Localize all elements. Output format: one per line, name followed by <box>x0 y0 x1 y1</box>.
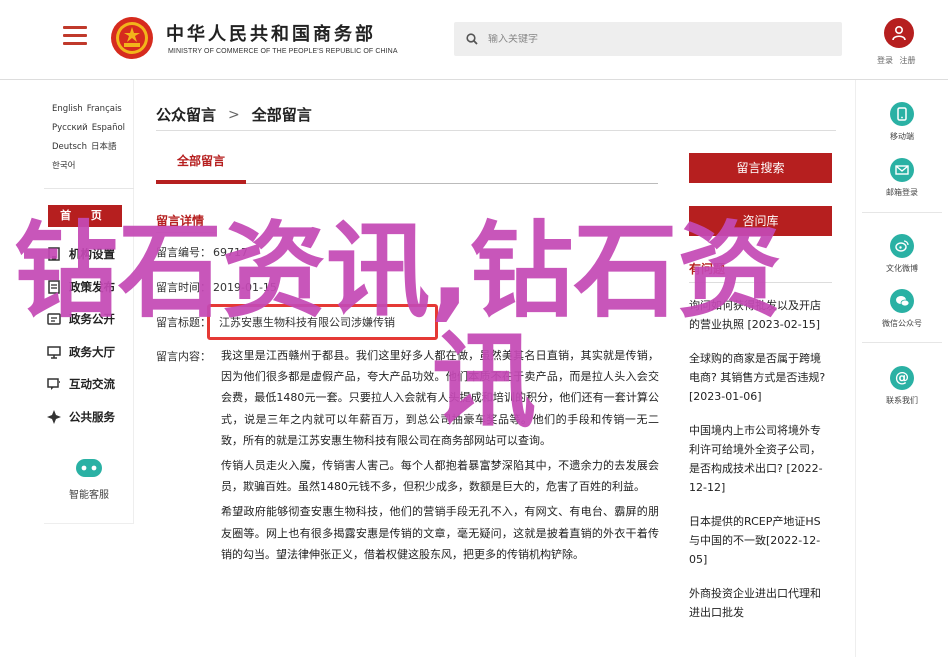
search-input[interactable] <box>488 33 818 45</box>
message-number-value: 69717 <box>213 246 248 259</box>
divider <box>156 232 216 233</box>
weibo-link[interactable]: 文化微博 <box>856 234 948 274</box>
sidebar-item-label: 政务公开 <box>69 312 115 327</box>
breadcrumb-public-messages[interactable]: 公众留言 <box>156 104 216 125</box>
lang-french[interactable]: Français <box>87 104 122 114</box>
message-time-field: 留言时间： 2019-01-15 <box>156 279 277 295</box>
content-paragraph: 我这里是江西赣州于都县。我们这里好多人都在做，虽然美其名日直销，其实就是传销，因… <box>221 349 659 447</box>
list-item[interactable]: 询问如何获得批发以及开店的营业执照 [2023-02-15] <box>689 296 831 334</box>
divider <box>862 342 942 343</box>
mobile-label: 移动端 <box>890 132 914 141</box>
divider <box>156 130 836 131</box>
message-title-label: 留言标题： <box>156 316 211 329</box>
lang-spanish[interactable]: Español <box>92 123 125 133</box>
active-tab-indicator <box>156 180 246 184</box>
list-item[interactable]: 全球购的商家是否属于跨境电商? 其销售方式是否违规? [2023-01-06] <box>689 349 831 406</box>
list-item[interactable]: 外商投资企业进出口代理和进出口批发 <box>689 584 831 622</box>
divider <box>862 212 942 213</box>
register-link[interactable]: 注册 <box>900 56 916 65</box>
wechat-link[interactable]: 微信公众号 <box>856 289 948 329</box>
sidebar-item-label: 机构设置 <box>69 247 115 262</box>
smart-service-link[interactable]: 智能客服 <box>44 457 134 501</box>
wechat-label: 微信公众号 <box>882 319 922 328</box>
right-quick-nav: 移动端 邮箱登录 文化微博 微信公众号 @ 联系我们 <box>855 80 948 657</box>
site-header: 中华人民共和国商务部 MINISTRY OF COMMERCE OF THE P… <box>0 0 948 80</box>
sidebar-item-policy[interactable]: 政策发布 <box>46 271 134 304</box>
service-icon <box>46 409 62 425</box>
home-button[interactable]: 首 页 <box>48 205 122 227</box>
mobile-link[interactable]: 移动端 <box>856 102 948 142</box>
hot-questions-list: 询问如何获得批发以及开店的营业执照 [2023-02-15] 全球购的商家是否属… <box>689 296 831 637</box>
lang-korean[interactable]: 한국어 <box>52 161 75 171</box>
contact-link[interactable]: @ 联系我们 <box>856 366 948 406</box>
content-paragraph: 希望政府能够彻查安惠生物科技，他们的营销手段无孔不入，有网文、有电台、霸屏的朋友… <box>221 505 659 561</box>
breadcrumb-all-messages[interactable]: 全部留言 <box>252 104 312 125</box>
user-links: 登录 注册 <box>877 55 920 66</box>
lang-russian[interactable]: Русский <box>52 123 88 133</box>
sidebar-divider <box>44 188 134 189</box>
building-icon <box>46 246 62 262</box>
chevron-right-icon: > <box>228 106 240 123</box>
weibo-label: 文化微博 <box>886 264 918 273</box>
mail-icon <box>890 158 914 182</box>
lang-english[interactable]: English <box>52 104 83 114</box>
document-icon <box>46 279 62 295</box>
sidebar-item-label: 政策发布 <box>69 279 115 294</box>
breadcrumb: 公众留言 > 全部留言 <box>156 104 312 125</box>
chat-icon <box>46 376 62 392</box>
message-content-label: 留言内容： <box>156 350 211 363</box>
contact-label: 联系我们 <box>886 396 918 405</box>
divider <box>689 282 832 283</box>
weibo-icon <box>890 234 914 258</box>
content-paragraph: 传销人员走火入魔，传销害人害己。每个人都抱着暴富梦深陷其中，不遗余力的去发展会员… <box>221 459 659 494</box>
sidebar-item-organization[interactable]: 机构设置 <box>46 238 134 271</box>
lang-japanese[interactable]: 日本語 <box>91 142 117 152</box>
list-item[interactable]: 中国境内上市公司将境外专利许可给境外全资子公司，是否构成技术出口? [2022-… <box>689 421 831 497</box>
left-sidebar: English Français Русский Español Deutsch 日本… <box>44 80 134 524</box>
sidebar-item-label: 互动交流 <box>69 377 115 392</box>
title-highlight-box <box>207 304 438 340</box>
message-content: 我这里是江西赣州于都县。我们这里好多人都在做，虽然美其名日直销，其实就是传销，因… <box>221 345 659 569</box>
mail-login-label: 邮箱登录 <box>886 188 918 197</box>
message-number-label: 留言编号： <box>156 246 211 259</box>
message-time-value: 2019-01-15 <box>213 281 277 294</box>
wechat-icon <box>890 289 914 313</box>
robot-icon <box>73 457 105 479</box>
message-search-button[interactable]: 留言搜索 <box>689 153 832 183</box>
brand-subtitle: MINISTRY OF COMMERCE OF THE PEOPLE'S REP… <box>168 48 398 55</box>
mail-login-link[interactable]: 邮箱登录 <box>856 158 948 198</box>
language-list: English Français Русский Español Deutsch 日本… <box>52 100 132 176</box>
message-number-field: 留言编号： 69717 <box>156 244 248 260</box>
sidebar-nav: 机构设置 政策发布 政务公开 政务大厅 互动交流 公共服务 <box>46 238 134 433</box>
tab-all-messages[interactable]: 全部留言 <box>156 152 246 169</box>
lang-german[interactable]: Deutsch <box>52 142 87 152</box>
sidebar-item-public-service[interactable]: 公共服务 <box>46 401 134 434</box>
mobile-icon <box>890 102 914 126</box>
smart-service-label: 智能客服 <box>69 490 109 501</box>
gov-affairs-icon <box>46 311 62 327</box>
sidebar-item-label: 公共服务 <box>69 409 115 424</box>
monitor-icon <box>46 344 62 360</box>
hot-questions-heading: 有问题 <box>689 262 726 276</box>
tab-underline <box>246 183 658 184</box>
brand-title: 中华人民共和国商务部 <box>166 24 376 45</box>
search-icon <box>466 33 478 45</box>
menu-icon[interactable] <box>63 26 87 46</box>
at-icon: @ <box>890 366 914 390</box>
search-bar[interactable] <box>454 22 842 56</box>
national-emblem-icon <box>111 17 153 59</box>
sidebar-item-hall[interactable]: 政务大厅 <box>46 336 134 369</box>
sidebar-item-label: 政务大厅 <box>69 344 115 359</box>
login-link[interactable]: 登录 <box>877 56 893 65</box>
message-detail-heading: 留言详情 <box>156 214 205 228</box>
message-time-label: 留言时间： <box>156 281 211 294</box>
sidebar-item-gov-affairs[interactable]: 政务公开 <box>46 303 134 336</box>
faq-library-button[interactable]: 咨问库 <box>689 206 832 236</box>
user-icon[interactable] <box>884 18 914 48</box>
sidebar-item-interaction[interactable]: 互动交流 <box>46 368 134 401</box>
list-item[interactable]: 日本提供的RCEP产地证HS与中国的不一致[2022-12-05] <box>689 512 831 569</box>
